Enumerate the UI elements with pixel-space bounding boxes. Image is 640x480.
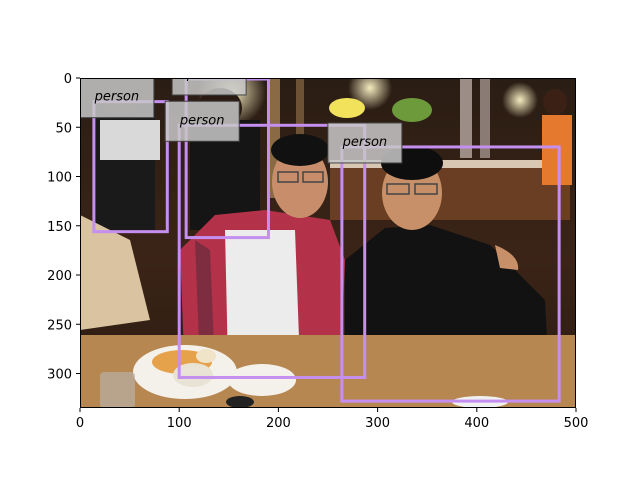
x-tick-label: 500 bbox=[564, 416, 589, 431]
y-tick-label: 100 bbox=[47, 171, 72, 186]
x-axis: 0 100 200 300 400 500 bbox=[76, 408, 589, 431]
box-label-text: person bbox=[342, 135, 388, 150]
y-tick-label: 250 bbox=[47, 318, 72, 333]
y-tick-label: 150 bbox=[47, 220, 72, 235]
y-tick-label: 200 bbox=[47, 269, 72, 284]
y-tick-label: 300 bbox=[47, 368, 72, 383]
x-tick-label: 400 bbox=[464, 416, 489, 431]
box-label-background bbox=[171, 78, 247, 96]
x-tick-label: 100 bbox=[167, 416, 192, 431]
y-tick-label: 0 bbox=[64, 72, 72, 87]
y-axis: 0 50 100 150 200 250 300 bbox=[47, 72, 80, 383]
box-label-text: person bbox=[179, 113, 225, 128]
x-tick-label: 200 bbox=[266, 416, 291, 431]
box-label-text: person bbox=[94, 90, 140, 105]
y-tick-label: 50 bbox=[55, 121, 72, 136]
x-tick-label: 0 bbox=[76, 416, 84, 431]
plant bbox=[392, 98, 432, 122]
figure: person person person person 0 100 200 300 400 50… bbox=[47, 67, 589, 431]
flowers bbox=[329, 98, 365, 118]
x-tick-label: 300 bbox=[365, 416, 390, 431]
box-label-text: person bbox=[186, 67, 232, 82]
